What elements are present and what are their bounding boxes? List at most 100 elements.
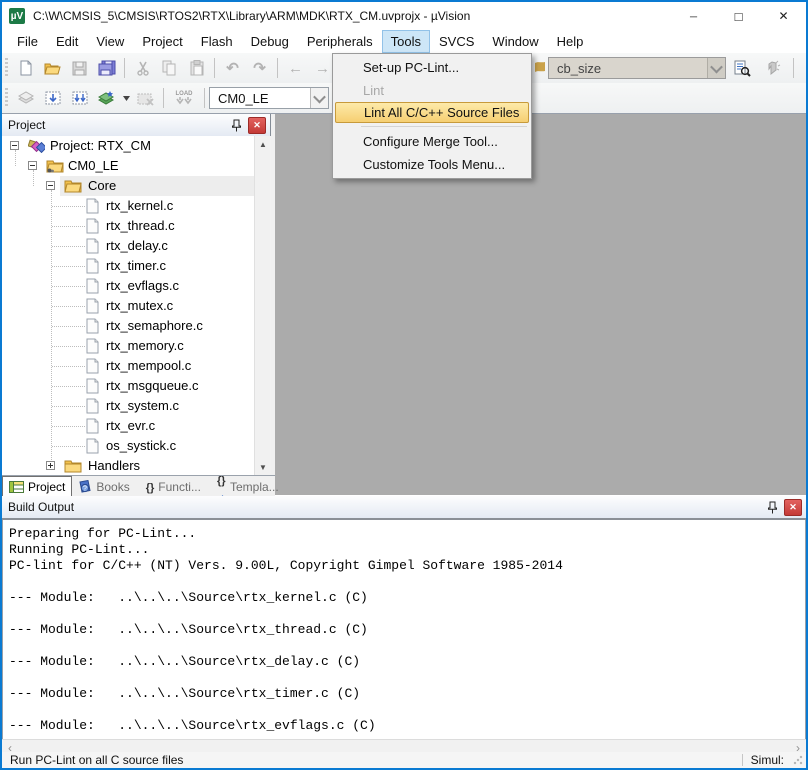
expand-icon[interactable] xyxy=(46,461,55,470)
dropdown-caret-icon xyxy=(123,96,130,101)
tree-row-file[interactable]: rtx_memory.c xyxy=(2,336,254,356)
tree-row-file[interactable]: os_systick.c xyxy=(2,436,254,456)
menu-help[interactable]: Help xyxy=(548,30,593,53)
tree-row-file[interactable]: rtx_mempool.c xyxy=(2,356,254,376)
menu-svcs[interactable]: SVCS xyxy=(430,30,483,53)
hand-pointer-icon xyxy=(765,60,781,76)
project-panel-header: Project xyxy=(2,114,270,137)
tree-row-target[interactable]: CM0_LE xyxy=(2,156,254,176)
batch-build-dropdown[interactable] xyxy=(120,86,132,110)
tree-scrollbar[interactable]: ▲ ▼ xyxy=(254,136,271,475)
tree-label: rtx_mempool.c xyxy=(106,358,191,373)
code-coverage-button[interactable]: a xyxy=(801,56,808,80)
tab-functions[interactable]: Functi... xyxy=(140,477,207,497)
menu-item-customize-tools-menu[interactable]: Customize Tools Menu... xyxy=(335,153,529,176)
translate-button[interactable] xyxy=(12,86,39,110)
tree-row-file[interactable]: rtx_evr.c xyxy=(2,416,254,436)
cut-button[interactable] xyxy=(129,56,156,80)
new-file-button[interactable] xyxy=(12,56,39,80)
save-all-button[interactable] xyxy=(93,56,120,80)
tree-label: rtx_memory.c xyxy=(106,338,184,353)
tab-books[interactable]: ? Books xyxy=(72,477,135,497)
collapse-icon[interactable] xyxy=(10,141,19,150)
build-output-panel: Build Output Preparing for PC-Lint... Ru… xyxy=(2,496,806,756)
uvision-window: µV C:\W\CMSIS_5\CMSIS\RTOS2\RTX\Library\… xyxy=(0,0,808,770)
stop-build-button[interactable] xyxy=(132,86,159,110)
panel-splitter[interactable] xyxy=(271,114,275,495)
collapse-icon[interactable] xyxy=(28,161,37,170)
c-file-icon xyxy=(86,278,99,294)
folder-icon xyxy=(64,179,82,193)
scroll-down-arrow[interactable]: ▼ xyxy=(255,459,271,475)
toolbar-gripper[interactable] xyxy=(5,58,8,78)
collapse-icon[interactable] xyxy=(46,181,55,190)
project-close-button[interactable] xyxy=(248,117,266,134)
save-button[interactable] xyxy=(66,56,93,80)
run-to-line-button[interactable] xyxy=(759,56,786,80)
tools-menu-popup: Set-up PC-Lint... Lint Lint All C/C++ So… xyxy=(332,53,532,179)
build-output-close-button[interactable] xyxy=(784,499,802,516)
tree-row-file[interactable]: rtx_system.c xyxy=(2,396,254,416)
menu-item-setup-pclint[interactable]: Set-up PC-Lint... xyxy=(335,56,529,79)
tree-label: rtx_thread.c xyxy=(106,218,175,233)
maximize-icon xyxy=(735,9,743,24)
tree-row-file[interactable]: rtx_timer.c xyxy=(2,256,254,276)
search-combo[interactable]: cb_size xyxy=(548,57,726,79)
target-combo[interactable]: CM0_LE xyxy=(209,87,329,109)
tab-templates[interactable]: Templa... xyxy=(211,477,285,497)
rebuild-button[interactable] xyxy=(66,86,93,110)
download-button[interactable]: LOAD xyxy=(168,86,200,110)
navigate-back-button[interactable]: ← xyxy=(282,56,309,80)
target-folder-icon xyxy=(46,159,64,173)
open-folder-button[interactable] xyxy=(39,56,66,80)
tab-label: Project xyxy=(28,480,65,494)
c-file-icon xyxy=(86,378,99,394)
build-button[interactable] xyxy=(39,86,66,110)
undo-icon: ↶ xyxy=(226,59,239,77)
pin-button[interactable] xyxy=(764,500,780,515)
build-output-content[interactable]: Preparing for PC-Lint... Running PC-Lint… xyxy=(2,520,806,740)
tree-label: rtx_system.c xyxy=(106,398,179,413)
menu-peripherals[interactable]: Peripherals xyxy=(298,30,382,53)
redo-button[interactable]: ↷ xyxy=(246,56,273,80)
paste-button[interactable] xyxy=(183,56,210,80)
tree-row-file[interactable]: rtx_evflags.c xyxy=(2,276,254,296)
translate-icon xyxy=(17,91,35,105)
batch-build-button[interactable] xyxy=(93,86,120,110)
menu-item-configure-merge-tool[interactable]: Configure Merge Tool... xyxy=(335,130,529,153)
tree-row-file[interactable]: rtx_msgqueue.c xyxy=(2,376,254,396)
menu-edit[interactable]: Edit xyxy=(47,30,87,53)
toolbar-separator xyxy=(793,58,794,78)
tree-row-group-core[interactable]: Core xyxy=(2,176,254,196)
menu-window[interactable]: Window xyxy=(483,30,547,53)
close-button[interactable] xyxy=(761,2,806,30)
tree-row-file[interactable]: rtx_delay.c xyxy=(2,236,254,256)
scroll-up-arrow[interactable]: ▲ xyxy=(255,136,271,152)
maximize-button[interactable] xyxy=(716,2,761,30)
combo-dropdown-icon[interactable] xyxy=(707,58,725,78)
lint-file-button[interactable] xyxy=(729,56,756,80)
tree-row-file[interactable]: rtx_semaphore.c xyxy=(2,316,254,336)
pin-button[interactable] xyxy=(228,118,244,133)
copy-button[interactable] xyxy=(156,56,183,80)
tree-row-project[interactable]: Project: RTX_CM xyxy=(2,136,254,156)
tree-row-file[interactable]: rtx_kernel.c xyxy=(2,196,254,216)
toolbar-gripper[interactable] xyxy=(5,88,8,108)
minimize-button[interactable] xyxy=(671,2,716,30)
combo-dropdown-icon[interactable] xyxy=(310,88,328,108)
rebuild-icon xyxy=(71,90,89,107)
menu-file[interactable]: File xyxy=(8,30,47,53)
menu-item-lint-all[interactable]: Lint All C/C++ Source Files xyxy=(335,102,529,123)
menu-debug[interactable]: Debug xyxy=(242,30,298,53)
menu-tools[interactable]: Tools xyxy=(382,30,430,53)
menu-flash[interactable]: Flash xyxy=(192,30,242,53)
tab-project[interactable]: Project xyxy=(2,476,72,497)
resize-grip-icon[interactable] xyxy=(793,755,803,765)
menu-view[interactable]: View xyxy=(87,30,133,53)
tree-label: rtx_evr.c xyxy=(106,418,155,433)
tree-row-file[interactable]: rtx_mutex.c xyxy=(2,296,254,316)
undo-button[interactable]: ↶ xyxy=(219,56,246,80)
toolbar-separator xyxy=(204,88,205,108)
tree-row-file[interactable]: rtx_thread.c xyxy=(2,216,254,236)
menu-project[interactable]: Project xyxy=(133,30,191,53)
